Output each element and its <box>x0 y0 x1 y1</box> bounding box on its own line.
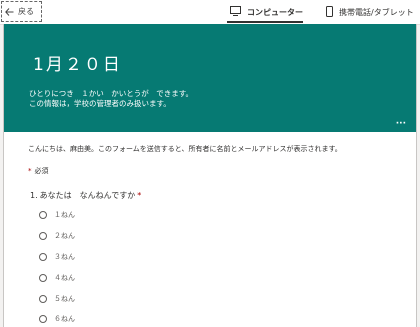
monitor-icon <box>230 6 241 18</box>
radio-option[interactable]: ３ねん <box>39 251 75 263</box>
question-number: 1. <box>30 191 38 200</box>
radio-button[interactable] <box>39 315 47 323</box>
option-label: ２ねん <box>54 232 75 240</box>
phone-icon <box>326 5 333 19</box>
more-options-icon[interactable]: ··· <box>396 120 406 129</box>
radio-button[interactable] <box>39 274 47 282</box>
form-description-line1: ひとりにつき １かい かいとうが できます。 <box>29 89 194 98</box>
tab-computer-label: コンピューター <box>247 7 303 17</box>
tab-mobile-label: 携帯電話/タブレット <box>339 7 414 17</box>
radio-option[interactable]: ５ねん <box>39 293 75 305</box>
form-description: ひとりにつき １かい かいとうが できます。 この情報は，学校の管理者のみ扱いま… <box>29 89 193 109</box>
radio-option[interactable]: ６ねん <box>39 313 75 325</box>
radio-button[interactable] <box>39 232 47 240</box>
required-star: * <box>28 167 32 175</box>
radio-button[interactable] <box>39 295 47 303</box>
radio-option[interactable]: １ねん <box>39 209 75 221</box>
active-tab-indicator <box>227 21 303 23</box>
option-label: ６ねん <box>54 315 75 323</box>
option-label: ５ねん <box>54 295 75 303</box>
form-title: 1月２０日 <box>33 55 122 75</box>
back-arrow-icon <box>5 7 14 16</box>
required-label: 必須 <box>34 167 49 175</box>
question-required-star: * <box>137 191 142 200</box>
form-card: 1月２０日 ひとりにつき １かい かいとうが できます。 この情報は，学校の管理… <box>3 24 417 327</box>
radio-button[interactable] <box>39 253 47 261</box>
question-title: 1. あなたは なんねんですか * <box>30 190 141 201</box>
greeting-text: こんにちは、麻由美。このフォームを送信すると、所有者に名前とメールアドレスが表示… <box>28 145 342 153</box>
back-label: 戻る <box>18 7 34 16</box>
form-description-line2: この情報は，学校の管理者のみ扱います。 <box>29 99 171 108</box>
question-text: あなたは なんねんですか <box>39 191 136 200</box>
option-label: １ねん <box>54 211 75 219</box>
top-bar: 戻る コンピューター 携帯電話/タブレット <box>0 0 420 25</box>
radio-option[interactable]: ２ねん <box>39 230 75 242</box>
tab-mobile[interactable]: 携帯電話/タブレット <box>326 0 414 24</box>
option-label: ３ねん <box>54 253 75 261</box>
radio-button[interactable] <box>39 211 47 219</box>
form-page: 戻る コンピューター 携帯電話/タブレット 1月２０日 ひとりにつき １かい か… <box>0 0 420 327</box>
required-note: * 必須 <box>28 166 49 176</box>
back-button[interactable]: 戻る <box>1 1 42 22</box>
radio-option[interactable]: ４ねん <box>39 272 75 284</box>
form-header-banner: 1月２０日 ひとりにつき １かい かいとうが できます。 この情報は，学校の管理… <box>4 24 416 132</box>
option-label: ４ねん <box>54 274 75 282</box>
